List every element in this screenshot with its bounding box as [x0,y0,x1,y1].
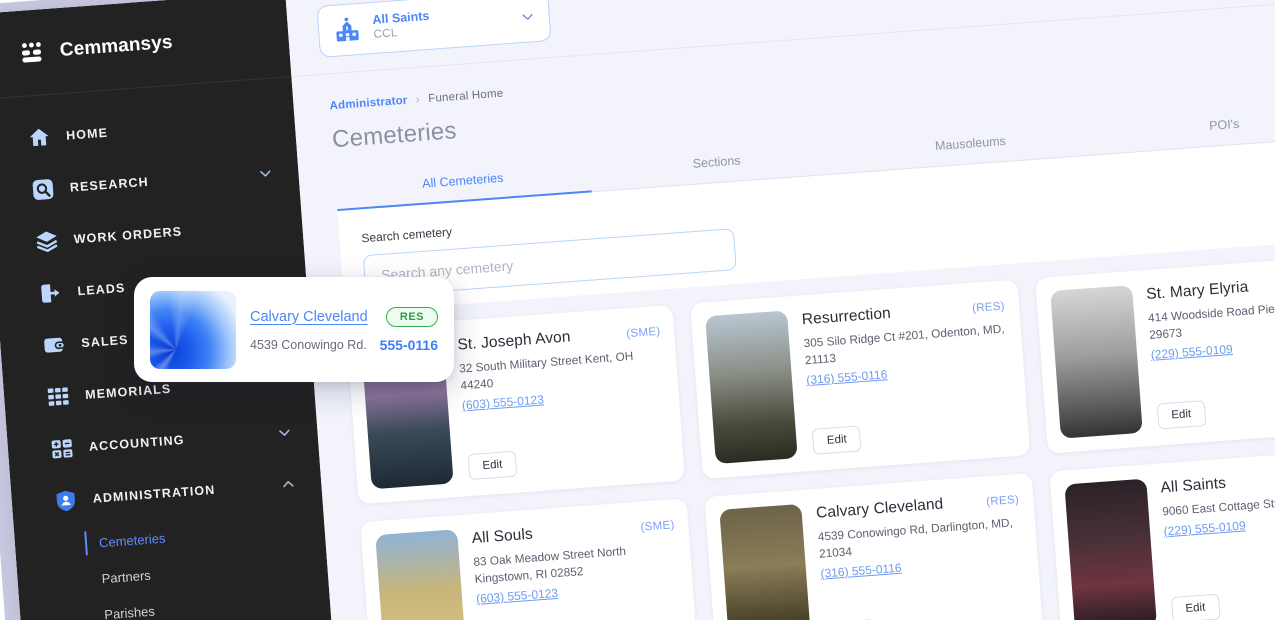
sidebar-label-leads: LEADS [77,280,126,299]
hover-card-name[interactable]: Calvary Cleveland [250,309,368,325]
cemetery-code: (SME) [640,519,676,534]
cemetery-phone[interactable]: (316) 555-0116 [806,367,888,387]
sidebar-subitem-label: Partners [101,567,152,586]
cemetery-code: (SME) [625,325,661,341]
graves-icon [21,41,42,63]
cemetery-card[interactable]: Resurrection (RES) 305 Silo Ridge Ct #20… [690,279,1030,479]
chevron-up-icon [283,480,294,488]
cemetery-name: Resurrection [801,304,892,329]
sidebar-label-home: HOME [65,125,109,143]
status-badge: RES [385,306,438,327]
chevron-down-icon [260,170,271,177]
cemetery-name: Calvary Cleveland [815,495,944,522]
cemetery-address: 4539 Conowingo Rd, Darlington, MD, 21034 [817,515,1014,561]
chevron-down-icon [522,13,533,20]
cemetery-phone[interactable]: (229) 555-0109 [1150,342,1233,362]
sidebar-label-sales: SALES [80,332,129,351]
sidebar-label-administration: ADMINISTRATION [92,482,216,506]
cemetery-code: (RES) [985,493,1020,509]
cemetery-name: St. Mary Elyria [1145,278,1249,304]
sidebar-label-accounting: ACCOUNTING [88,432,185,454]
search-box-icon [32,179,54,200]
leads-export-icon [41,284,60,303]
cemetery-card[interactable]: St. Mary Elyria 414 Woodside Road Piedmo… [1034,254,1275,454]
search-label: Search cemetery [360,224,453,246]
cemetery-phone[interactable]: (316) 555-0116 [820,561,902,581]
chevron-down-icon [279,429,290,436]
cemetery-name: St. Joseph Avon [456,328,572,354]
org-sub: CCL [373,27,399,42]
wallet-icon [44,337,66,353]
cemetery-cards-grid: St. Joseph Avon (SME) 32 South Military … [310,252,1275,620]
cemetery-hover-card[interactable]: Calvary Cleveland RES 4539 Conowingo Rd.… [134,277,454,382]
cemetery-name: All Souls [471,525,534,548]
breadcrumb-separator: › [415,93,421,106]
sidebar-label-memorials: MEMORIALS [84,381,172,403]
edit-button[interactable]: Edit [811,425,862,455]
user-shield-icon [56,490,75,512]
org-switcher[interactable]: All Saints CCL [316,0,552,58]
sidebar-label-work-orders: WORK ORDERS [73,224,183,247]
cemetery-phone[interactable]: (603) 555-0123 [476,586,559,606]
edit-button[interactable]: Edit [1170,593,1221,620]
cemetery-address: 32 South Military Street Kent, OH 44240 [458,348,634,393]
hover-card-thumbnail [150,290,236,369]
cemetery-phone[interactable]: (229) 555-0109 [1163,519,1246,539]
sidebar-subitem-label: Parishes [103,603,156,620]
hover-card-address: 4539 Conowingo Rd. [250,337,367,352]
calculator-icon [51,439,73,459]
breadcrumb-root[interactable]: Administrator [329,95,408,113]
edit-button[interactable]: Edit [467,450,518,481]
sidebar-label-research: RESEARCH [69,174,150,195]
church-icon [336,17,359,42]
sidebar-subitem-label: Cemeteries [98,530,166,550]
cemetery-card[interactable]: All Souls (SME) 83 Oak Meadow Street Nor… [360,498,700,620]
cemetery-address: 83 Oak Meadow Street North Kingstown, RI… [472,543,627,587]
cemetery-thumbnail [1064,478,1157,620]
breadcrumb-current: Funeral Home [427,87,504,106]
cemetery-card[interactable]: All Saints 9060 East Cottage Street, GA … [1049,447,1275,620]
cemetery-thumbnail [719,503,813,620]
cemetery-address: 305 Silo Ridge Ct #201, Odenton, MD, 211… [803,321,1005,368]
home-icon [29,128,49,147]
cemetery-thumbnail [1049,285,1143,439]
cemetery-thumbnail [375,529,468,620]
layers-icon [36,231,58,252]
screenshot-stage: Cemmansys HOME RESEARCH WORK ORDERS LEAD… [0,0,1275,620]
cemetery-name: All Saints [1159,474,1227,497]
cemetery-card[interactable]: Calvary Cleveland (RES) 4539 Conowingo R… [704,472,1044,620]
cemetery-phone[interactable]: (603) 555-0123 [461,393,544,413]
edit-button[interactable]: Edit [1156,400,1207,430]
brand-name: Cemmansys [59,31,174,61]
cemetery-thumbnail [705,310,799,464]
hover-card-phone[interactable]: 555-0116 [380,337,438,353]
cemetery-code: (RES) [971,300,1006,315]
grid-icon [47,387,69,406]
